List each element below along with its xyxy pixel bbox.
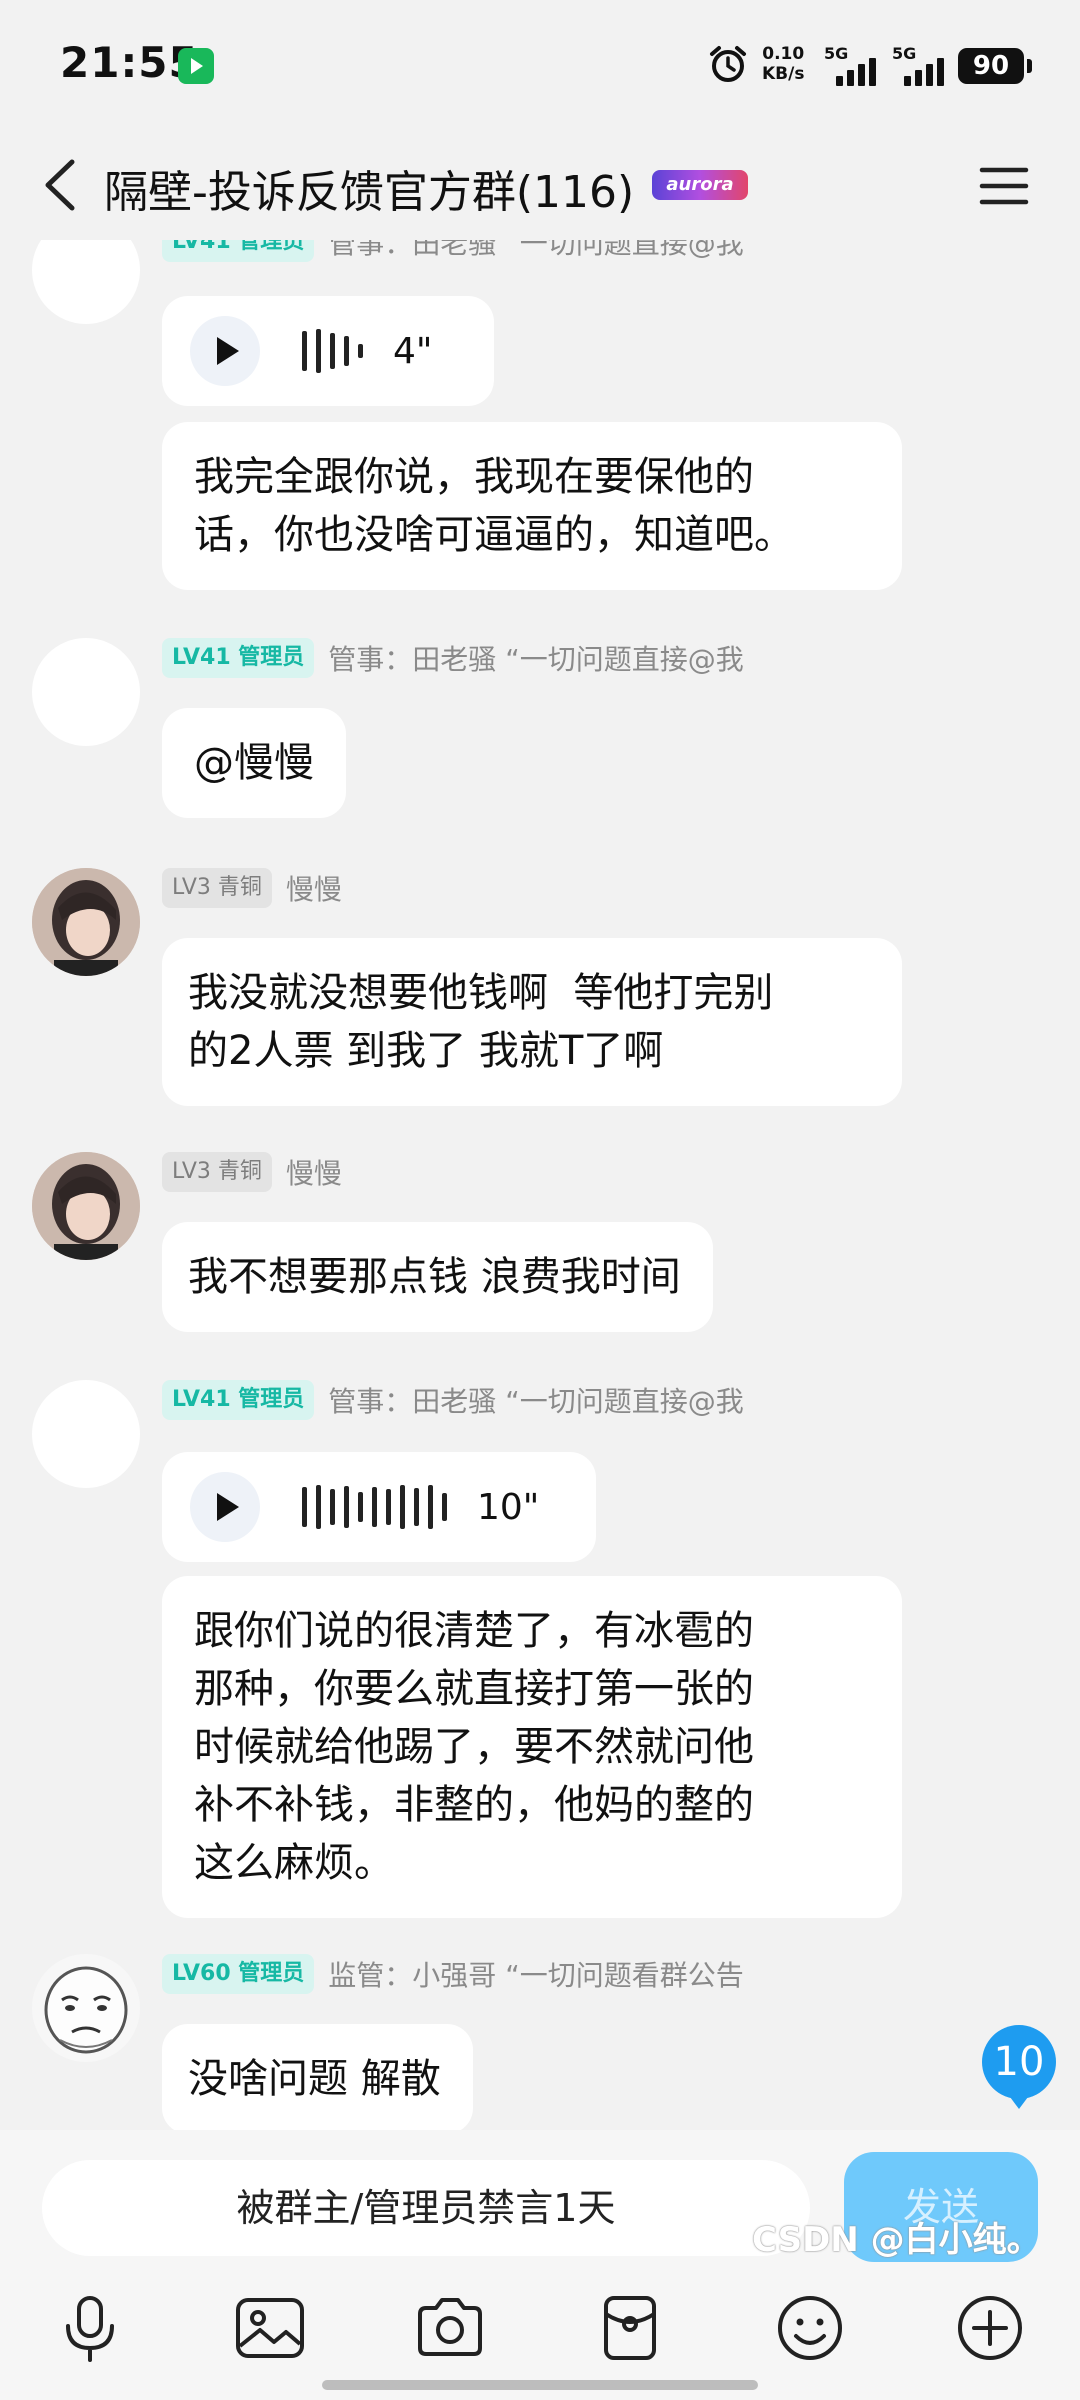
status-bar: 21:55 0.10 KB/s 5G 5G 90 xyxy=(0,0,1080,130)
group-badge: aurora xyxy=(652,170,748,200)
watermark: CSDN @白小纯。 xyxy=(752,2220,1041,2260)
back-arrow-icon[interactable] xyxy=(34,150,94,220)
battery-icon: 90 xyxy=(958,48,1032,84)
level-badge: LV3 青铜 xyxy=(162,1152,272,1192)
image-icon[interactable] xyxy=(232,2290,308,2366)
sender-name[interactable]: 慢慢 xyxy=(286,868,342,908)
avatar[interactable] xyxy=(32,240,140,324)
sim2-signal-icon: 5G xyxy=(892,44,962,86)
camera-icon[interactable] xyxy=(412,2290,488,2366)
red-packet-icon[interactable] xyxy=(592,2290,668,2366)
emoji-icon[interactable] xyxy=(772,2290,848,2366)
message-bubble[interactable]: 我完全跟你说，我现在要保他的 话，你也没啥可逼逼的，知道吧。 xyxy=(162,422,902,590)
group-title[interactable]: 隔壁-投诉反馈官方群(116) xyxy=(104,156,634,220)
meme-face-icon xyxy=(32,1954,140,2062)
network-speed: 0.10 KB/s xyxy=(762,44,804,84)
user-photo-icon xyxy=(32,868,140,976)
sender-meta: LV41 管理员 管事：田老骚 “一切问题直接@我 xyxy=(162,638,744,678)
input-bar: 被群主/管理员禁言1天 发送 xyxy=(0,2130,1080,2400)
sender-name[interactable]: 慢慢 xyxy=(286,1152,342,1192)
network-speed-unit: KB/s xyxy=(762,64,805,84)
play-icon[interactable] xyxy=(190,1472,260,1542)
sender-name[interactable]: 管事：田老骚 “一切问题直接@我 xyxy=(328,638,743,678)
message-bubble[interactable]: 我没就没想要他钱啊 等他打完别 的2人票 到我了 我就T了啊 xyxy=(162,938,902,1106)
waveform-icon xyxy=(302,329,363,373)
avatar[interactable] xyxy=(32,1152,140,1260)
muted-input-field: 被群主/管理员禁言1天 xyxy=(42,2160,810,2256)
avatar[interactable] xyxy=(32,1954,140,2062)
video-app-icon xyxy=(178,48,214,84)
play-icon[interactable] xyxy=(190,316,260,386)
chat-header: 隔壁-投诉反馈官方群(116) aurora xyxy=(0,130,1080,240)
sender-meta: LV3 青铜 慢慢 xyxy=(162,868,342,908)
input-toolbar xyxy=(0,2290,1080,2380)
level-badge: LV41 管理员 xyxy=(162,240,315,262)
level-badge: LV60 管理员 xyxy=(162,1954,315,1994)
level-badge: LV3 青铜 xyxy=(162,868,272,908)
voice-duration: 10" xyxy=(477,1486,540,1528)
menu-icon[interactable] xyxy=(976,158,1032,214)
level-badge: LV41 管理员 xyxy=(162,638,315,678)
message-bubble[interactable]: 跟你们说的很清楚了，有冰雹的 那种，你要么就直接打第一张的 时候就给他踢了，要不… xyxy=(162,1576,902,1918)
message-bubble[interactable]: 我不想要那点钱 浪费我时间 xyxy=(162,1222,713,1332)
sim1-signal-icon: 5G xyxy=(824,44,894,86)
message-list[interactable]: LV41 管理员 管事：田老骚 “一切问题直接@我 4" 我完全跟你说，我现在要… xyxy=(0,240,1080,2130)
voice-message[interactable]: 4" xyxy=(162,296,494,406)
avatar[interactable] xyxy=(32,1380,140,1488)
waveform-icon xyxy=(302,1485,447,1529)
sender-name[interactable]: 管事：田老骚 “一切问题直接@我 xyxy=(328,1380,743,1420)
message-bubble[interactable]: @慢慢 xyxy=(162,708,346,818)
sender-name[interactable]: 监管：小强哥 “一切问题看群公告 xyxy=(328,1954,743,1994)
alarm-icon xyxy=(710,46,746,82)
sender-meta: LV41 管理员 管事：田老骚 “一切问题直接@我 xyxy=(162,1380,744,1420)
sender-name[interactable]: 管事：田老骚 “一切问题直接@我 xyxy=(328,240,743,262)
message-bubble[interactable]: 没啥问题 解散 xyxy=(162,2024,473,2130)
microphone-icon[interactable] xyxy=(52,2290,128,2366)
sender-meta: LV41 管理员 管事：田老骚 “一切问题直接@我 xyxy=(162,240,744,262)
network-speed-value: 0.10 xyxy=(762,44,805,64)
avatar[interactable] xyxy=(32,868,140,976)
user-photo-icon xyxy=(32,1152,140,1260)
home-indicator[interactable] xyxy=(322,2380,758,2390)
sender-meta: LV60 管理员 监管：小强哥 “一切问题看群公告 xyxy=(162,1954,744,1994)
plus-icon[interactable] xyxy=(952,2290,1028,2366)
avatar[interactable] xyxy=(32,638,140,746)
voice-duration: 4" xyxy=(393,330,433,372)
voice-message[interactable]: 10" xyxy=(162,1452,596,1562)
sender-meta: LV3 青铜 慢慢 xyxy=(162,1152,342,1192)
level-badge: LV41 管理员 xyxy=(162,1380,315,1420)
unread-count-badge[interactable]: 10 xyxy=(982,2025,1056,2109)
